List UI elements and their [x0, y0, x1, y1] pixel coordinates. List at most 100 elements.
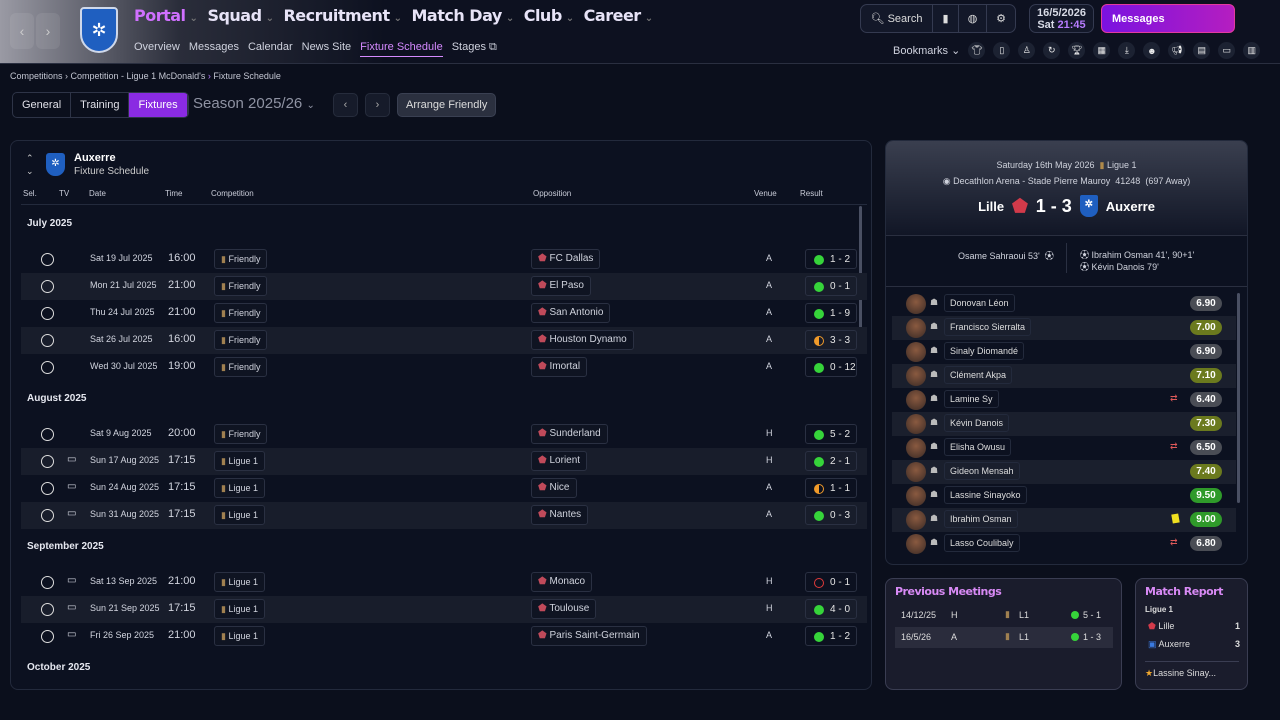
select-radio[interactable] — [41, 576, 54, 589]
result-badge[interactable]: 1 - 2 — [805, 626, 857, 646]
previous-season-button[interactable]: ‹ — [333, 93, 358, 117]
meeting-row[interactable]: 16/5/26 A ▮ L1 1 - 3 — [895, 627, 1113, 648]
competition-badge[interactable]: ▮ Ligue 1 — [214, 451, 265, 471]
game-clock[interactable]: 16/5/2026 Sat 21:45 — [1029, 4, 1094, 33]
competition-badge[interactable]: ▮ Friendly — [214, 249, 268, 269]
column-header-sel[interactable]: Sel. — [23, 189, 37, 198]
opposition-badge[interactable]: ⬟ Monaco — [531, 572, 593, 592]
fixture-row[interactable]: Sat 26 Jul 2025 16:00 ▮ Friendly ⬟ Houston … — [21, 327, 867, 354]
opposition-badge[interactable]: ⬟ El Paso — [531, 276, 591, 296]
calendar-icon[interactable]: ▦ — [1093, 42, 1111, 59]
column-header-date[interactable]: Date — [89, 189, 106, 198]
opposition-badge[interactable]: ⬟ Toulouse — [531, 599, 597, 619]
submenu-messages[interactable]: Messages — [189, 41, 239, 57]
submenu-calendar[interactable]: Calendar — [248, 41, 293, 57]
submenu-overview[interactable]: Overview — [134, 41, 180, 57]
competition-badge[interactable]: ▮ Friendly — [214, 424, 268, 444]
competition-badge[interactable]: ▮ Friendly — [214, 276, 268, 296]
player-row[interactable]: ☗ Sinaly Diomandé 6.90 — [892, 340, 1236, 364]
result-badge[interactable]: 4 - 0 — [805, 599, 857, 619]
select-radio[interactable] — [41, 482, 54, 495]
select-radio[interactable] — [41, 428, 54, 441]
player-row[interactable]: ☗ Francisco Sierralta 7.00 — [892, 316, 1236, 340]
player-name[interactable]: Francisco Sierralta — [944, 318, 1032, 336]
staff-icon[interactable]: ☻ — [1143, 42, 1161, 59]
competition-badge[interactable]: ▮ Ligue 1 — [214, 626, 265, 646]
search-button[interactable]: 🔍︎ Search — [861, 5, 933, 32]
player-row[interactable]: ☗ Donovan Léon 6.90 — [892, 292, 1236, 316]
opposition-badge[interactable]: ⬟ Paris Saint-Germain — [531, 626, 647, 646]
breadcrumb-competitions[interactable]: Competitions — [10, 71, 63, 81]
fixture-row[interactable]: Sat 19 Jul 2025 16:00 ▮ Friendly ⬟ FC Dalla… — [21, 246, 867, 273]
ticket-icon[interactable]: ▭ — [1218, 42, 1236, 59]
collapse-toggle[interactable]: ⌃ ⌄ — [26, 152, 34, 178]
submenu-stages[interactable]: Stages ⧉ — [452, 41, 497, 57]
opposition-badge[interactable]: ⬟ FC Dallas — [531, 249, 601, 269]
breadcrumb-competition[interactable]: Competition - Ligue 1 McDonald's — [71, 71, 206, 81]
season-dropdown[interactable]: Season 2025/26 ⌄ — [193, 95, 315, 112]
player-name[interactable]: Ibrahim Osman — [944, 510, 1018, 528]
arrange-friendly-button[interactable]: Arrange Friendly — [397, 93, 497, 117]
submenu-fixture-schedule[interactable]: Fixture Schedule — [360, 41, 443, 57]
player-name[interactable]: Lamine Sy — [944, 390, 999, 408]
away-team[interactable]: Auxerre — [1106, 199, 1155, 214]
competition-badge[interactable]: ▮ Ligue 1 — [214, 505, 265, 525]
bookmark-icon[interactable]: ▮ — [933, 5, 959, 32]
globe-icon[interactable]: ◍ — [959, 5, 987, 32]
player-row[interactable]: ☗ Gideon Mensah 7.40 — [892, 460, 1236, 484]
match-report-panel[interactable]: Match Report Ligue 1 ⬟ Lille 1 ▣ Auxerre 3… — [1135, 578, 1248, 690]
tab-fixtures[interactable]: Fixtures — [129, 93, 188, 117]
download-icon[interactable]: ⤓ — [1118, 42, 1136, 59]
player-row[interactable]: ☗ Lassine Sinayoko 9.50 — [892, 484, 1236, 508]
result-badge[interactable]: 1 - 1 — [805, 478, 857, 498]
forward-button[interactable]: › — [36, 13, 60, 49]
column-header-competition[interactable]: Competition — [211, 189, 254, 198]
column-header-venue[interactable]: Venue — [754, 189, 777, 198]
player-name[interactable]: Kévin Danois — [944, 414, 1010, 432]
select-radio[interactable] — [41, 334, 54, 347]
back-button[interactable]: ‹ — [10, 13, 34, 49]
select-radio[interactable] — [41, 455, 54, 468]
tab-general[interactable]: General — [13, 93, 72, 117]
player-name[interactable]: Lassine Sinayoko — [944, 486, 1027, 504]
player-row[interactable]: ☗ Lamine Sy ⇄ 6.40 — [892, 388, 1236, 412]
competition-badge[interactable]: ▮ Ligue 1 — [214, 572, 265, 592]
menu-match-day[interactable]: Match Day ⌄ — [411, 6, 514, 25]
menu-career[interactable]: Career ⌄ — [584, 6, 653, 25]
player-row[interactable]: ☗ Clément Akpa 7.10 — [892, 364, 1236, 388]
fixture-row[interactable]: ▭ Sun 21 Sep 2025 17:15 ▮ Ligue 1 ⬟ Toulouse… — [21, 596, 867, 623]
submenu-news-site[interactable]: News Site — [302, 41, 352, 57]
opposition-badge[interactable]: ⬟ Sunderland — [531, 424, 608, 444]
menu-club[interactable]: Club ⌄ — [524, 6, 574, 25]
menu-squad[interactable]: Squad ⌄ — [207, 6, 274, 25]
result-badge[interactable]: 0 - 12 — [805, 357, 857, 377]
club-crest[interactable]: ✲ — [80, 7, 118, 53]
fixture-row[interactable]: ▭ Sun 31 Aug 2025 17:15 ▮ Ligue 1 ⬟ Nantes A 0… — [21, 502, 867, 529]
fixture-row[interactable]: Wed 30 Jul 2025 19:00 ▮ Friendly ⬟ Imortal A… — [21, 354, 867, 381]
opposition-badge[interactable]: ⬟ Nantes — [531, 505, 589, 525]
column-header-time[interactable]: Time — [165, 189, 182, 198]
player-row[interactable]: ☗ Kévin Danois 7.30 — [892, 412, 1236, 436]
player-name[interactable]: Sinaly Diomandé — [944, 342, 1025, 360]
fixture-row[interactable]: ▭ Sat 13 Sep 2025 21:00 ▮ Ligue 1 ⬟ Monaco H 0… — [21, 569, 867, 596]
player-row[interactable]: ☗ Ibrahim Osman 9.00 — [892, 508, 1236, 532]
opposition-badge[interactable]: ⬟ Houston Dynamo — [531, 330, 634, 350]
result-badge[interactable]: 0 - 1 — [805, 572, 857, 592]
opposition-badge[interactable]: ⬟ Imortal — [531, 357, 588, 377]
select-radio[interactable] — [41, 253, 54, 266]
menu-portal[interactable]: Portal ⌄ — [134, 6, 198, 25]
fixture-row[interactable]: Thu 24 Jul 2025 21:00 ▮ Friendly ⬟ San Anto… — [21, 300, 867, 327]
player-name[interactable]: Clément Akpa — [944, 366, 1013, 384]
select-radio[interactable] — [41, 509, 54, 522]
fixture-row[interactable]: ▭ Fri 26 Sep 2025 21:00 ▮ Ligue 1 ⬟ Paris Sa… — [21, 623, 867, 650]
player-name[interactable]: Gideon Mensah — [944, 462, 1020, 480]
fixture-row[interactable]: ▭ Sun 24 Aug 2025 17:15 ▮ Ligue 1 ⬟ Nice A 1 -… — [21, 475, 867, 502]
player-row[interactable]: ☗ Elisha Owusu ⇄ 6.50 — [892, 436, 1236, 460]
competition-badge[interactable]: ▮ Friendly — [214, 357, 268, 377]
fixture-row[interactable]: Mon 21 Jul 2025 21:00 ▮ Friendly ⬟ El Paso A… — [21, 273, 867, 300]
fixture-row[interactable]: Sat 9 Aug 2025 20:00 ▮ Friendly ⬟ Sunderlan… — [21, 421, 867, 448]
messages-button[interactable]: Messages — [1101, 4, 1235, 33]
trophy-icon[interactable]: 🏆︎ — [1068, 42, 1086, 59]
select-radio[interactable] — [41, 280, 54, 293]
select-radio[interactable] — [41, 361, 54, 374]
